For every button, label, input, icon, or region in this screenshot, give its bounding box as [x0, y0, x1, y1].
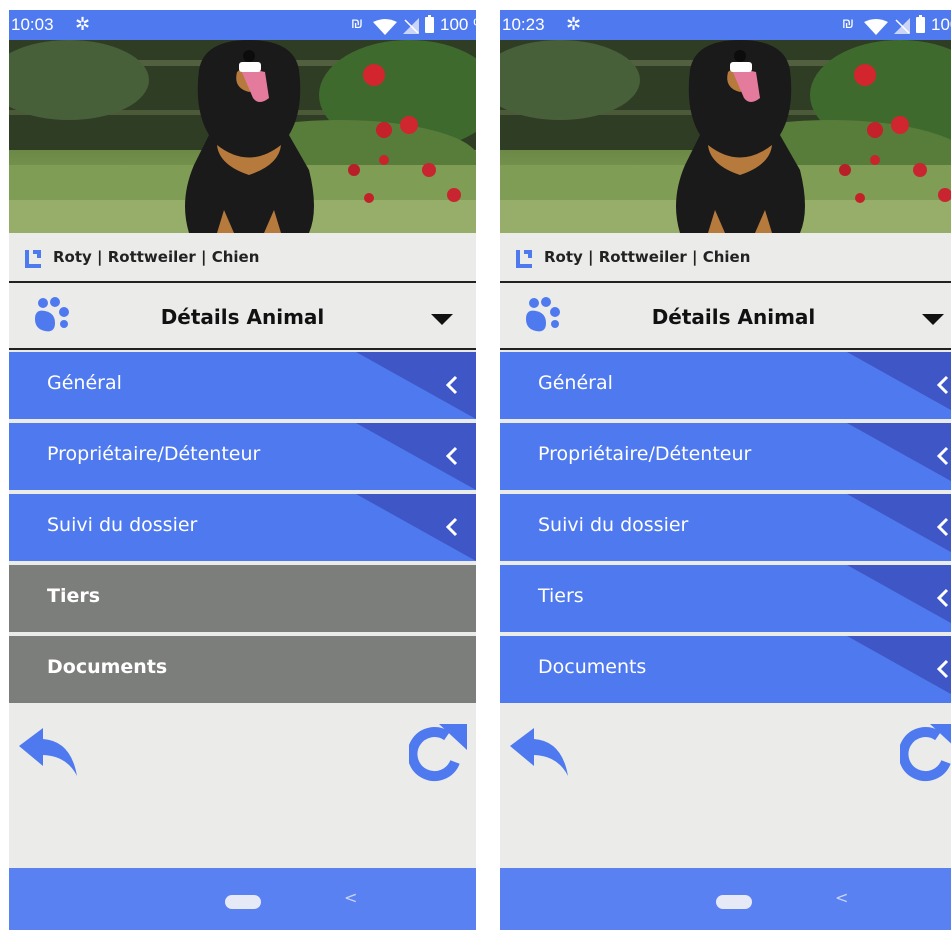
corner-accent — [847, 636, 951, 703]
wifi-icon — [373, 19, 397, 35]
menu-item-general[interactable]: Général — [500, 352, 951, 419]
refresh-icon[interactable] — [900, 720, 951, 784]
menu-item-proprietaire[interactable]: Propriétaire/Détenteur — [9, 423, 476, 490]
logo-icon — [516, 250, 532, 268]
menu-item-label: Documents — [47, 656, 168, 678]
gear-icon: ✲ — [566, 14, 582, 34]
menu-item-label: Général — [538, 372, 613, 394]
nfc-icon: ₪ — [842, 15, 854, 31]
status-bar: 10:03 ✲ ₪ 100 % — [9, 10, 476, 40]
chevron-left-icon — [446, 375, 458, 395]
battery-icon — [425, 15, 434, 33]
chevron-left-icon — [446, 517, 458, 537]
corner-accent — [847, 352, 951, 419]
nav-back-button[interactable]: < — [835, 888, 848, 907]
nav-back-button[interactable]: < — [344, 888, 357, 907]
home-pill-button[interactable] — [225, 895, 261, 909]
chevron-left-icon — [937, 588, 949, 608]
chevron-left-icon — [937, 659, 949, 679]
menu-item-tiers[interactable]: Tiers — [500, 565, 951, 632]
no-sim-icon — [403, 18, 419, 34]
home-pill-button[interactable] — [716, 895, 752, 909]
menu-item-label: Documents — [538, 656, 647, 678]
chevron-left-icon — [446, 446, 458, 466]
phone-screen-left: 10:03 ✲ ₪ 100 % — [9, 10, 476, 930]
status-time: 10:23 — [502, 15, 545, 34]
wifi-icon — [864, 19, 888, 35]
status-bar: 10:23 ✲ ₪ 100 % — [500, 10, 951, 40]
animal-photo — [9, 40, 476, 233]
refresh-icon[interactable] — [409, 720, 469, 784]
corner-accent — [356, 352, 476, 419]
corner-accent — [356, 423, 476, 490]
reply-back-icon[interactable] — [510, 728, 568, 776]
section-title: Détails Animal — [651, 305, 816, 329]
no-sim-icon — [894, 18, 910, 34]
phone-screen-right: 10:23 ✲ ₪ 100 % — [500, 10, 951, 930]
chevron-left-icon — [937, 375, 949, 395]
menu-item-label: Propriétaire/Détenteur — [47, 443, 261, 465]
section-header[interactable]: Détails Animal — [500, 285, 951, 350]
chevron-left-icon — [937, 446, 949, 466]
menu-item-label: Général — [47, 372, 122, 394]
menu-item-label: Propriétaire/Détenteur — [538, 443, 752, 465]
triangle-down-icon[interactable] — [922, 314, 944, 325]
menu-item-suivi[interactable]: Suivi du dossier — [9, 494, 476, 561]
battery-percent: 100 % — [931, 15, 951, 34]
corner-accent — [847, 423, 951, 490]
section-title: Détails Animal — [160, 305, 325, 329]
menu-item-documents: Documents — [9, 636, 476, 703]
system-nav-bar: < — [9, 868, 476, 930]
system-nav-bar: < — [500, 868, 951, 930]
menu-item-suivi[interactable]: Suivi du dossier — [500, 494, 951, 561]
menu-item-label: Suivi du dossier — [538, 514, 689, 536]
triangle-down-icon[interactable] — [431, 314, 453, 325]
menu-item-general[interactable]: Général — [9, 352, 476, 419]
corner-accent — [847, 565, 951, 632]
section-header[interactable]: Détails Animal — [9, 285, 476, 350]
animal-summary: Roty | Rottweiler | Chien — [53, 248, 260, 266]
menu-list: Général Propriétaire/Détenteur Suivi du … — [500, 352, 951, 707]
animal-photo — [500, 40, 951, 233]
nfc-icon: ₪ — [351, 15, 363, 31]
reply-back-icon[interactable] — [19, 728, 77, 776]
menu-item-label: Suivi du dossier — [47, 514, 198, 536]
corner-accent — [847, 494, 951, 561]
animal-summary: Roty | Rottweiler | Chien — [544, 248, 751, 266]
animal-info-bar: Roty | Rottweiler | Chien — [500, 233, 951, 283]
battery-percent: 100 % — [440, 15, 476, 34]
battery-icon — [916, 15, 925, 33]
animal-info-bar: Roty | Rottweiler | Chien — [9, 233, 476, 283]
gear-icon: ✲ — [75, 14, 91, 34]
menu-item-label: Tiers — [47, 585, 101, 607]
corner-accent — [356, 494, 476, 561]
status-time: 10:03 — [11, 15, 54, 34]
chevron-left-icon — [937, 517, 949, 537]
menu-item-documents[interactable]: Documents — [500, 636, 951, 703]
menu-list: Général Propriétaire/Détenteur Suivi du … — [9, 352, 476, 707]
logo-icon — [25, 250, 41, 268]
menu-item-label: Tiers — [538, 585, 584, 607]
menu-item-proprietaire[interactable]: Propriétaire/Détenteur — [500, 423, 951, 490]
menu-item-tiers: Tiers — [9, 565, 476, 632]
